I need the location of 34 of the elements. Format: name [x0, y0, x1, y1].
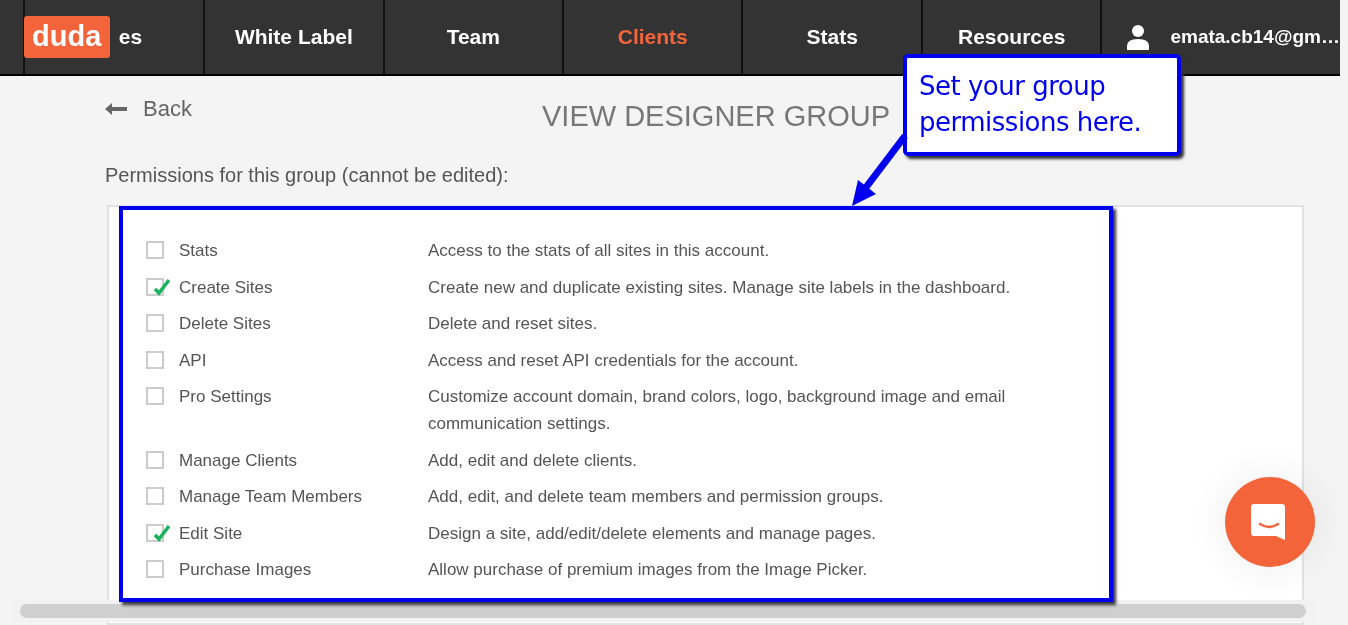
permission-description: Allow purchase of premium images from the Image Picker.	[428, 559, 869, 581]
back-link[interactable]: Back	[105, 96, 192, 122]
nav-tab[interactable]: White Label	[234, 25, 353, 49]
permission-name: Edit Site	[179, 522, 244, 545]
permission-name: Manage Team Members	[179, 486, 363, 508]
permission-name: API	[179, 349, 208, 372]
arrow-left-icon	[105, 103, 127, 115]
nav-tab[interactable]: es	[118, 25, 143, 49]
nav-tab[interactable]: Stats	[806, 25, 858, 49]
checkbox[interactable]	[146, 521, 172, 542]
permission-description: Add, edit, and delete team members and permission groups.	[428, 486, 885, 508]
permission-name: Stats	[179, 240, 219, 262]
permission-name: Purchase Images	[179, 559, 313, 581]
user-icon	[1126, 24, 1151, 50]
permission-description: Access to the stats of all sites in this account.	[428, 240, 771, 262]
permission-name: Delete Sites	[179, 313, 272, 335]
permission-description: Create new and duplicate existing sites. Manage site labels in the dashboard.	[428, 276, 1012, 299]
nav-tab[interactable]: Resources	[958, 25, 1066, 49]
checkbox[interactable]	[146, 275, 172, 296]
permission-name: Create Sites	[179, 276, 274, 299]
user-email[interactable]: emata.cb14@gm…	[1170, 26, 1340, 48]
permission-name: Pro Settings	[179, 386, 273, 408]
permission-description: Access and reset API credentials for the account.	[428, 349, 800, 372]
permission-description: Delete and reset sites.	[428, 313, 599, 335]
permission-name: Manage Clients	[179, 449, 299, 472]
scrollbar[interactable]	[20, 604, 1306, 618]
nav-tab[interactable]: Team	[446, 25, 500, 49]
page-title: VIEW DESIGNER GROUP	[542, 100, 891, 133]
callout-box: Set your group permissions here.	[903, 54, 1181, 156]
permission-description: Add, edit and delete clients.	[428, 449, 638, 472]
section-label: Permissions for this group (cannot be edited):	[105, 164, 509, 187]
permission-description: Design a site, add/edit/delete elements and manage pages.	[428, 522, 877, 545]
nav-tab[interactable]: Clients	[617, 25, 688, 49]
permission-description: Customize account domain, brand colors, logo, background image and email communication settings.	[428, 386, 1007, 435]
